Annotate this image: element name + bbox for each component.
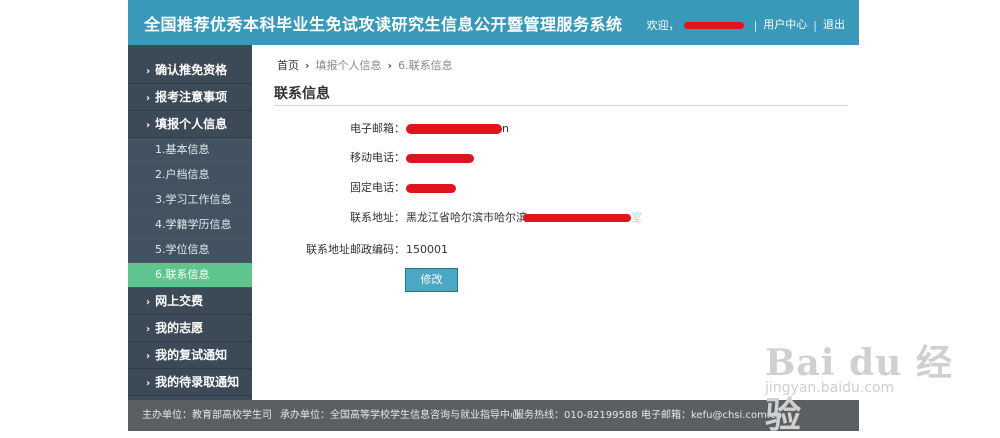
sidebar-item-payment[interactable]: › 网上交费 — [128, 288, 252, 315]
sidebar-subitem-education-info[interactable]: 4.学籍学历信息 — [128, 213, 252, 238]
top-header: 全国推荐优秀本科毕业生免试攻读研究生信息公开暨管理服务系统 欢迎， | 用户中心 | 退… — [128, 0, 859, 45]
postcode-row: 联系地址邮政编码： 150001 — [252, 240, 859, 260]
sidebar-nav: › 确认推免资格 › 报考注意事项 › 填报个人信息 1.基本信息 2.户档信息 3.… — [128, 45, 252, 400]
mobile-row: 移动电话： — [252, 148, 859, 168]
separator: | — [813, 18, 817, 32]
sidebar-item-label: 我的待录取通知 — [155, 375, 240, 389]
redacted-mobile — [406, 153, 474, 163]
sidebar-subitem-degree-info[interactable]: 5.学位信息 — [128, 238, 252, 263]
chevron-right-icon: › — [146, 297, 151, 308]
sidebar-item-applications[interactable]: › 我的志愿 — [128, 315, 252, 342]
sidebar-item-interview-notice[interactable]: › 我的复试通知 — [128, 342, 252, 369]
sidebar-item-label: 我的复试通知 — [155, 348, 228, 362]
sidebar-item-admission-notice[interactable]: › 我的待录取通知 — [128, 369, 252, 396]
sidebar-subitem-contact-info[interactable]: 6.联系信息 — [128, 263, 252, 288]
footer-email: 电子邮箱：kefu@chsi.com.cn — [641, 410, 782, 421]
email-value: n — [406, 119, 509, 139]
sidebar-item-personal-info[interactable]: › 填报个人信息 — [128, 111, 252, 138]
sidebar-subitem-basic-info[interactable]: 1.基本信息 — [128, 138, 252, 163]
section-title: 联系信息 — [274, 83, 848, 106]
phone-row: 固定电话： — [252, 178, 859, 198]
sidebar-item-confirm-eligibility[interactable]: › 确认推免资格 — [128, 57, 252, 84]
chevron-right-icon: › — [146, 120, 151, 131]
sidebar-item-label: 报考注意事项 — [155, 90, 228, 104]
chevron-right-icon: › — [146, 93, 151, 104]
redacted-phone — [406, 183, 456, 193]
postcode-label: 联系地址邮政编码： — [306, 243, 405, 256]
chevron-right-icon: › — [146, 351, 151, 362]
chevron-right-icon: › — [146, 378, 151, 389]
sidebar-item-label: 网上交费 — [155, 294, 204, 308]
footer-hotline: 服务热线：010-82199588 — [514, 410, 638, 421]
breadcrumb-current: 6.联系信息 — [398, 59, 453, 72]
redacted-email — [406, 124, 502, 134]
breadcrumb-personal-info[interactable]: 填报个人信息 — [316, 59, 382, 72]
footer-host: 主办单位：教育部高校学生司 — [142, 410, 272, 421]
system-title: 全国推荐优秀本科毕业生免试攻读研究生信息公开暨管理服务系统 — [144, 15, 623, 34]
mobile-label: 移动电话： — [350, 151, 405, 164]
chevron-right-icon: › — [305, 59, 310, 72]
chevron-right-icon: › — [146, 324, 151, 335]
main-content: 首页 › 填报个人信息 › 6.联系信息 联系信息 电子邮箱： n 移动电话： 固定电话… — [252, 45, 859, 400]
user-bar: 欢迎， | 用户中心 | 退出 — [647, 16, 845, 33]
sidebar-item-notes[interactable]: › 报考注意事项 — [128, 84, 252, 111]
chevron-right-icon: › — [146, 66, 151, 77]
mobile-value — [406, 148, 474, 168]
page-footer: 主办单位：教育部高校学生司 承办单位：全国高等学校学生信息咨询与就业指导中心 服… — [128, 400, 859, 431]
email-label: 电子邮箱： — [350, 122, 405, 135]
address-row: 联系地址： 黑龙江省哈尔滨市哈尔滨室 — [252, 208, 859, 228]
breadcrumb: 首页 › 填报个人信息 › 6.联系信息 — [277, 57, 453, 73]
address-label: 联系地址： — [350, 211, 405, 224]
postcode-value: 150001 — [406, 243, 448, 256]
address-value: 黑龙江省哈尔滨市哈尔滨室 — [406, 211, 642, 224]
redacted-address — [523, 214, 631, 222]
footer-organizer: 承办单位：全国高等学校学生信息咨询与就业指导中心 — [280, 410, 520, 421]
sidebar-item-label: 填报个人信息 — [155, 117, 228, 131]
phone-value — [406, 178, 456, 198]
sidebar-subitem-household-info[interactable]: 2.户档信息 — [128, 163, 252, 188]
user-center-link[interactable]: 用户中心 — [763, 18, 807, 31]
sidebar-item-label: 确认推免资格 — [155, 63, 228, 77]
sidebar-item-label: 我的志愿 — [155, 321, 204, 335]
separator: | — [753, 18, 758, 32]
sidebar-subitem-study-work-info[interactable]: 3.学习工作信息 — [128, 188, 252, 213]
redacted-username — [683, 21, 744, 29]
logout-link[interactable]: 退出 — [823, 18, 845, 31]
email-row: 电子邮箱： n — [252, 119, 859, 139]
welcome-text: 欢迎， — [646, 19, 680, 32]
edit-button[interactable]: 修改 — [405, 268, 458, 292]
chevron-right-icon: › — [387, 59, 393, 72]
breadcrumb-home[interactable]: 首页 — [277, 59, 299, 72]
phone-label: 固定电话： — [350, 181, 405, 194]
